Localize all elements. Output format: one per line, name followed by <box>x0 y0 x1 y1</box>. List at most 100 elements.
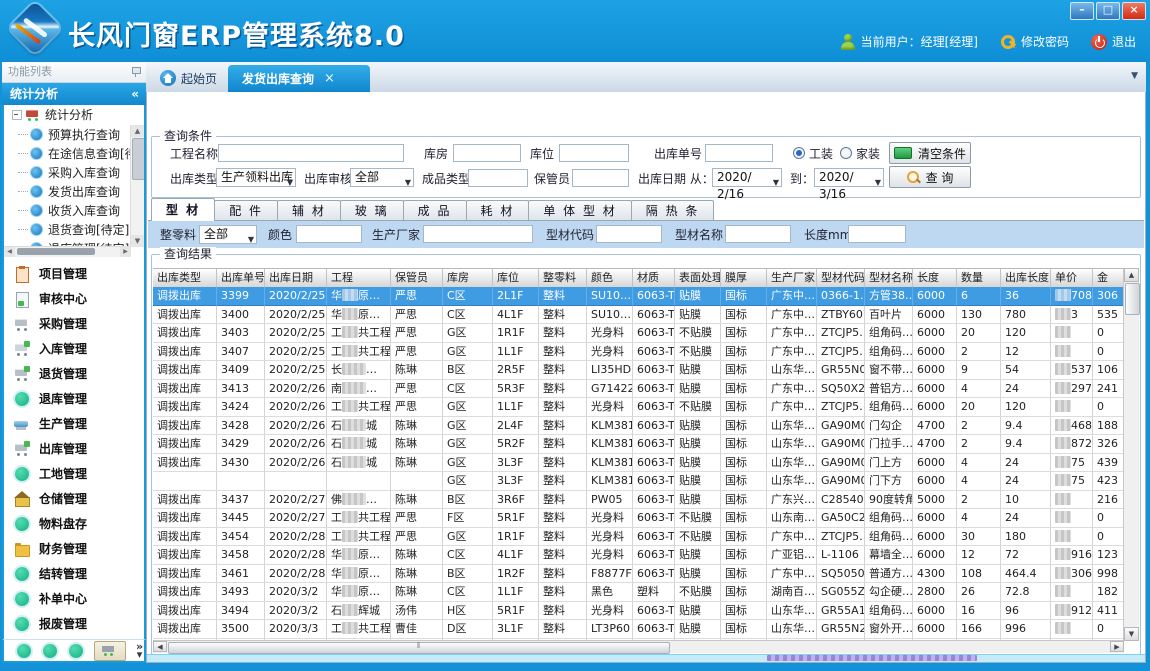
table-row[interactable]: 调拨出库34132020/2/26南…严思C区5R3F整料G714226063-… <box>153 380 1124 399</box>
sidebar-menu-item[interactable]: 补单中心 <box>4 586 144 611</box>
tree-item[interactable]: 发货出库查询 <box>4 182 131 201</box>
material-tab[interactable]: 耗 材 <box>466 200 530 221</box>
table-row[interactable]: 调拨出库34942020/3/2石辉城汤伟H区5R1F整料光身料6063-T5贴… <box>153 602 1124 621</box>
out-type-select[interactable]: 生产领料出库▼ <box>216 168 296 187</box>
column-header[interactable]: 颜色 <box>587 269 633 287</box>
product-type-input[interactable] <box>468 169 528 187</box>
table-horizontal-scrollbar[interactable]: ◀ ▶ <box>153 640 1124 653</box>
clear-conditions-button[interactable]: 清空条件 <box>889 142 971 164</box>
table-row[interactable]: 调拨出库34612020/2/28华原…陈琳B区1R2F整料F8877FT606… <box>153 565 1124 584</box>
scroll-up-icon[interactable]: ▲ <box>1124 268 1139 282</box>
column-header[interactable]: 型材名称 <box>865 269 913 287</box>
column-header[interactable]: 生产厂家 <box>767 269 817 287</box>
scrollbar-thumb[interactable] <box>132 138 145 180</box>
table-row[interactable]: 调拨出库34452020/2/27工共工程严思F区5R1F整料光身料6063-T… <box>153 509 1124 528</box>
tree-item[interactable]: 收货入库查询 <box>4 201 131 220</box>
scrollbar-thumb[interactable] <box>17 248 95 255</box>
scrollbar-thumb[interactable] <box>1125 283 1140 315</box>
material-tab[interactable]: 单 体 型 材 <box>528 200 631 221</box>
tab-close-icon[interactable]: × <box>324 71 335 86</box>
column-header[interactable]: 表面处理 <box>675 269 721 287</box>
column-header[interactable]: 库位 <box>493 269 539 287</box>
radio-gongzhuang[interactable] <box>793 147 805 159</box>
tab-shipment-outbound-query[interactable]: 发货出库查询 × <box>228 65 370 92</box>
sidebar-menu-item[interactable]: 报废管理 <box>4 611 144 636</box>
sidebar-menu-item[interactable]: 入库管理 <box>4 336 144 361</box>
table-row[interactable]: 调拨出库34542020/2/28工共工程严思G区1R1F整料光身料6063-T… <box>153 528 1124 547</box>
dot-icon[interactable] <box>69 644 83 658</box>
chevron-down-icon[interactable]: ▼ <box>1131 71 1138 81</box>
sidebar-menu-item[interactable]: 生产管理 <box>4 411 144 436</box>
material-tab[interactable]: 玻 璃 <box>340 200 404 221</box>
table-row[interactable]: 调拨出库34372020/2/27佛…陈琳B区3R6F整料PW056063-T5… <box>153 491 1124 510</box>
material-tab[interactable]: 隔 热 条 <box>631 200 715 221</box>
table-row[interactable]: 调拨出库34582020/2/28华原…陈琳C区4L1F整料光身料6063-T5… <box>153 546 1124 565</box>
table-row[interactable]: 调拨出库34242020/2/26工共工程严思G区1L1F整料光身料6063-T… <box>153 398 1124 417</box>
dot-icon[interactable] <box>17 644 31 658</box>
order-no-input[interactable] <box>705 144 773 162</box>
table-vertical-scrollbar[interactable]: ▲ ▼ <box>1123 268 1139 641</box>
column-header[interactable]: 长度 <box>913 269 957 287</box>
keeper-input[interactable] <box>572 169 629 187</box>
material-tab[interactable]: 配 件 <box>214 200 278 221</box>
manufacturer-input[interactable] <box>423 225 533 243</box>
scroll-left-icon[interactable]: ◀ <box>153 641 167 652</box>
pin-icon[interactable] <box>131 67 140 77</box>
column-header[interactable]: 型材代码 <box>817 269 865 287</box>
date-from-picker[interactable]: 2020/ 2/16▼ <box>712 168 782 187</box>
table-row[interactable]: 调拨出库34932020/3/2华原…陈琳C区1L1F整料黑色塑料不贴膜国标湖南… <box>153 583 1124 602</box>
table-row[interactable]: 调拨出库34032020/2/25工共工程严思G区1R1F整料光身料6063-T… <box>153 324 1124 343</box>
maximize-button[interactable]: □ <box>1096 2 1120 20</box>
column-header[interactable]: 出库长度 <box>1001 269 1051 287</box>
cart-button[interactable] <box>94 641 126 661</box>
material-tab[interactable]: 型 材 <box>151 198 215 221</box>
sidebar-menu-item[interactable]: 结转管理 <box>4 561 144 586</box>
audit-select[interactable]: 全部▼ <box>350 168 414 187</box>
tree-item[interactable]: 退货查询[待定] <box>4 220 131 239</box>
collapse-icon[interactable]: « <box>131 83 139 105</box>
column-header[interactable]: 出库单号 <box>217 269 265 287</box>
close-button[interactable]: × <box>1122 2 1146 20</box>
column-header[interactable]: 库房 <box>443 269 493 287</box>
table-row[interactable]: 调拨出库34072020/2/25工共工程严思G区1L1F整料光身料6063-T… <box>153 343 1124 362</box>
table-row[interactable]: 调拨出库33992020/2/25华原…严思C区2L1F整料SU10…6063-… <box>153 287 1124 306</box>
sidebar-menu-item[interactable]: 仓储管理 <box>4 486 144 511</box>
sidebar-menu-item[interactable]: 采购管理 <box>4 311 144 336</box>
table-row[interactable]: 调拨出库35002020/3/3工共工程曹佳D区3L1F整料LT3P606063… <box>153 620 1124 639</box>
scroll-left-icon[interactable]: ◀ <box>4 247 15 257</box>
tree-expander-icon[interactable] <box>12 110 22 120</box>
column-header[interactable]: 膜厚 <box>721 269 767 287</box>
column-header[interactable]: 单价 <box>1051 269 1093 287</box>
column-header[interactable]: 数量 <box>957 269 1001 287</box>
length-input[interactable] <box>848 225 906 243</box>
sidebar-menu-item[interactable]: 退货管理 <box>4 361 144 386</box>
column-header[interactable]: 金 <box>1093 269 1124 287</box>
sidebar-section-header[interactable]: 统计分析 « <box>2 83 146 105</box>
tree-vertical-scrollbar[interactable]: ▲ ▼ <box>130 125 144 247</box>
column-header[interactable]: 工程 <box>327 269 391 287</box>
tree-horizontal-scrollbar[interactable]: ◀ ▶ <box>4 246 131 257</box>
tree-item[interactable]: 预算执行查询 <box>4 125 131 144</box>
search-button[interactable]: 查 询 <box>889 166 971 188</box>
table-row[interactable]: 调拨出库34292020/2/26石城陈琳G区5R2F整料KLM38176063… <box>153 435 1124 454</box>
scroll-down-icon[interactable]: ▼ <box>1124 627 1139 641</box>
profile-name-input[interactable] <box>725 225 791 243</box>
column-header[interactable]: 材质 <box>633 269 675 287</box>
sidebar-menu-item[interactable]: 审核中心 <box>4 286 144 311</box>
material-tab[interactable]: 辅 材 <box>277 200 341 221</box>
date-to-picker[interactable]: 2020/ 3/16▼ <box>814 168 884 187</box>
logout[interactable]: 退出 <box>1091 33 1136 50</box>
radio-jiazhuang[interactable] <box>840 147 852 159</box>
table-row[interactable]: 调拨出库34092020/2/25长…陈琳B区2R5F整料LI35HD6063-… <box>153 361 1124 380</box>
tree-root[interactable]: 统计分析 <box>4 105 144 125</box>
dot-icon[interactable] <box>43 644 57 658</box>
sidebar-menu-item[interactable]: 工地管理 <box>4 461 144 486</box>
sidebar-menu-item[interactable]: 财务管理 <box>4 536 144 561</box>
scrollbar-thumb[interactable] <box>168 642 670 654</box>
location-input[interactable] <box>559 144 629 162</box>
whole-part-select[interactable]: 全部▼ <box>199 225 257 244</box>
column-header[interactable]: 出库日期 <box>265 269 327 287</box>
table-row[interactable]: 调拨出库34002020/2/25华原…严思C区4L1F整料SU10…6063-… <box>153 306 1124 325</box>
table-row[interactable]: 调拨出库34302020/2/26石城陈琳G区3L3F整料KLM38176063… <box>153 454 1124 473</box>
warehouse-input[interactable] <box>453 144 521 162</box>
